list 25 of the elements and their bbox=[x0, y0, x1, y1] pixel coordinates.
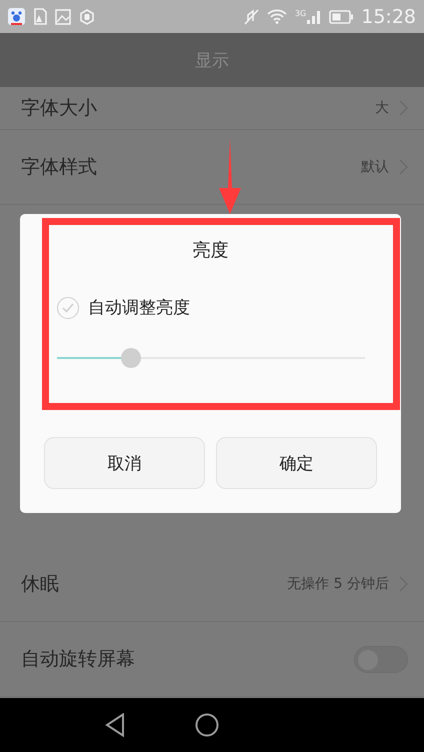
slider-thumb[interactable] bbox=[120, 348, 141, 368]
mute-icon bbox=[244, 8, 259, 24]
wifi-icon bbox=[266, 9, 287, 24]
network-type: 3G bbox=[294, 9, 306, 18]
home-icon[interactable] bbox=[195, 713, 219, 737]
signal-icon bbox=[307, 9, 322, 24]
image-icon bbox=[55, 8, 71, 24]
battery-icon bbox=[329, 10, 354, 24]
checkbox-label: 自动调整亮度 bbox=[88, 297, 190, 319]
check-icon bbox=[62, 302, 74, 312]
setting-value: 无操作 5 分钟后 bbox=[287, 575, 389, 593]
setting-value: 默认 bbox=[361, 158, 389, 176]
back-icon[interactable] bbox=[105, 713, 125, 737]
setting-label: 字体大小 bbox=[21, 96, 98, 121]
app-icon bbox=[8, 8, 25, 25]
setting-label: 休眠 bbox=[21, 572, 60, 597]
cancel-button[interactable]: 取消 bbox=[44, 437, 205, 489]
dialog-title: 亮度 bbox=[192, 239, 228, 262]
setting-label: 字体样式 bbox=[21, 155, 98, 180]
setting-label: 自动旋转屏幕 bbox=[21, 647, 136, 672]
confirm-button[interactable]: 确定 bbox=[216, 437, 377, 489]
storage-warning-icon bbox=[33, 8, 47, 25]
setting-value: 大 bbox=[375, 99, 389, 117]
checkbox[interactable] bbox=[57, 296, 79, 318]
clock: 15:28 bbox=[361, 6, 416, 28]
